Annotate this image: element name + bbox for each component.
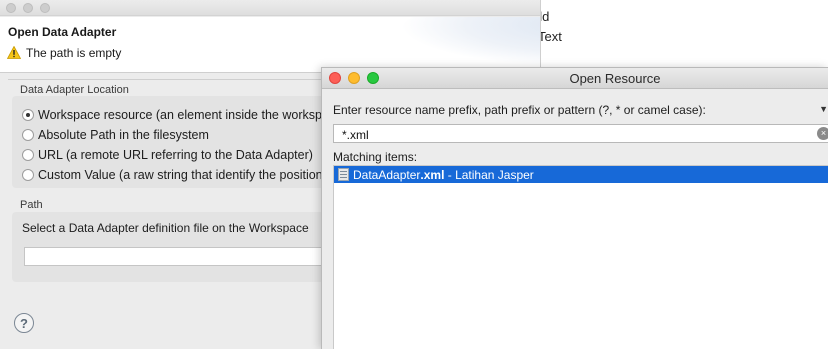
path-input[interactable] [24,247,324,266]
warning-icon [7,46,21,59]
search-input[interactable] [333,124,828,143]
path-group-label: Path [20,199,43,211]
background-text: Text [538,29,562,44]
radio-button[interactable] [22,169,34,181]
list-item[interactable]: DataAdapter .xml - Latihan Jasper [334,166,828,183]
radio-label: Workspace resource (an element inside th… [38,108,347,122]
path-description: Select a Data Adapter definition file on… [22,221,309,235]
radio-custom-value[interactable]: Custom Value (a raw string that identify… [22,166,327,184]
location-group-label: Data Adapter Location [20,84,129,96]
minimize-button[interactable] [23,3,33,13]
file-icon [338,168,349,181]
chevron-down-icon[interactable]: ▼ [819,104,828,114]
help-icon[interactable]: ? [14,313,34,333]
radio-label: Absolute Path in the filesystem [38,128,209,142]
radio-button[interactable] [22,109,34,121]
zoom-button[interactable] [40,3,50,13]
dialog-title: Open Resource [569,71,661,86]
open-resource-dialog: Open Resource Enter resource name prefix… [321,67,828,349]
radio-url[interactable]: URL (a remote URL referring to the Data … [22,146,313,164]
dialog-header: Open Data Adapter The path is empty [0,17,540,73]
header-decoration [400,17,540,67]
search-prompt: Enter resource name prefix, path prefix … [333,103,706,117]
dialog-title: Open Data Adapter [8,25,117,39]
radio-label: Custom Value (a raw string that identify… [38,168,327,182]
matching-items-label: Matching items: [333,150,418,164]
radio-button[interactable] [22,149,34,161]
close-button[interactable] [6,3,16,13]
radio-label: URL (a remote URL referring to the Data … [38,148,313,162]
error-message: The path is empty [26,46,122,60]
results-list[interactable]: DataAdapter .xml - Latihan Jasper [333,165,828,349]
dialog-titlebar: Open Resource [322,68,828,89]
result-location: - Latihan Jasper [444,167,534,182]
radio-absolute-path[interactable]: Absolute Path in the filesystem [22,126,209,144]
group-divider [8,79,323,80]
radio-button[interactable] [22,129,34,141]
result-name-prefix: DataAdapter [353,167,421,182]
clear-icon[interactable]: × [817,127,828,140]
result-name-match: .xml [420,167,445,182]
radio-workspace-resource[interactable]: Workspace resource (an element inside th… [22,106,346,124]
dialog-titlebar [0,0,540,16]
